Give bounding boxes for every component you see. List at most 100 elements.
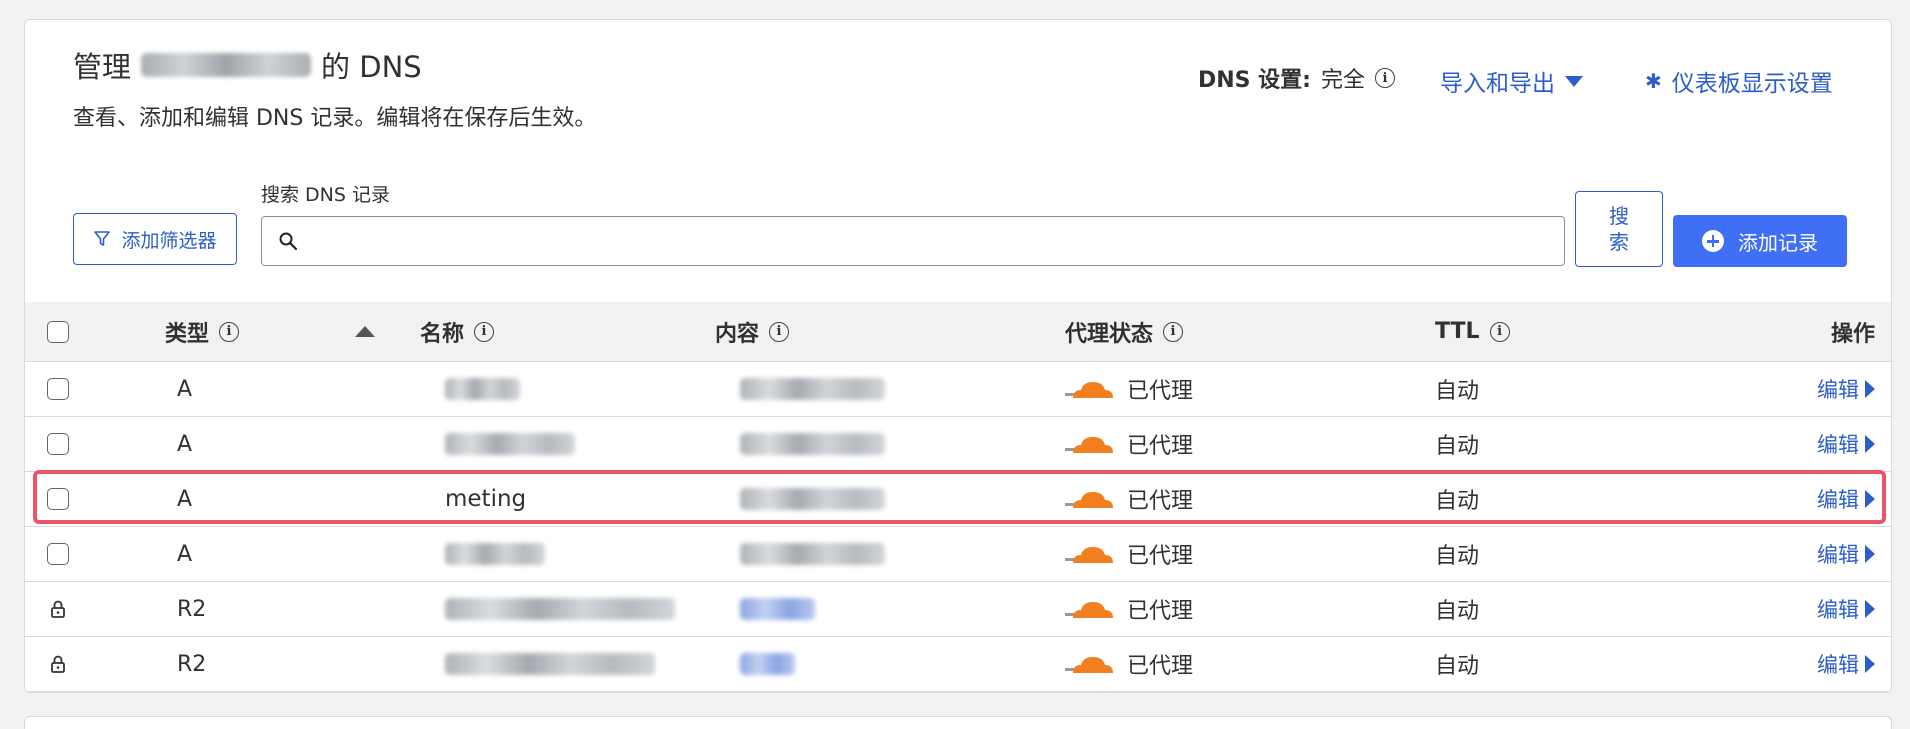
title-prefix: 管理 bbox=[73, 50, 132, 84]
record-name: meting bbox=[445, 486, 527, 512]
record-name-redacted bbox=[445, 543, 545, 565]
ttl-value: 自动 bbox=[1435, 544, 1480, 569]
add-record-label: 添加记录 bbox=[1738, 230, 1818, 255]
cloud-proxied-icon bbox=[1065, 382, 1113, 398]
chevron-down-icon bbox=[1565, 75, 1583, 87]
info-icon[interactable]: i bbox=[1375, 68, 1395, 88]
lock-icon bbox=[51, 655, 65, 673]
record-name-redacted bbox=[445, 653, 655, 675]
column-header-ttl[interactable]: TTL i bbox=[1435, 302, 1510, 361]
info-icon[interactable]: i bbox=[769, 321, 790, 342]
record-type: A bbox=[177, 541, 193, 567]
record-content-redacted[interactable] bbox=[740, 598, 815, 620]
dashboard-settings-link[interactable]: ✱ 仪表板显示设置 bbox=[1645, 64, 1833, 98]
dns-records-table: 类型 i 名称 i 内容 i 代理状态 i TTL i 操作 A 已代理 自动 … bbox=[25, 302, 1891, 692]
record-type: A bbox=[177, 376, 193, 402]
info-icon[interactable]: i bbox=[474, 321, 495, 342]
dashboard-settings-label: 仪表板显示设置 bbox=[1671, 71, 1833, 97]
caret-right-icon bbox=[1865, 380, 1875, 398]
record-type: R2 bbox=[177, 596, 207, 622]
proxy-status: 已代理 bbox=[1127, 544, 1194, 569]
ttl-value: 自动 bbox=[1435, 489, 1480, 514]
cloud-proxied-icon bbox=[1065, 657, 1113, 673]
record-type: R2 bbox=[177, 651, 207, 677]
import-export-menu[interactable]: 导入和导出 bbox=[1440, 64, 1583, 98]
add-record-button[interactable]: 添加记录 bbox=[1673, 215, 1847, 267]
table-row[interactable]: A 已代理 自动 编辑 bbox=[25, 527, 1891, 582]
plus-circle-icon bbox=[1702, 230, 1724, 252]
cloud-proxied-icon bbox=[1065, 602, 1113, 618]
record-content-redacted[interactable] bbox=[740, 653, 795, 675]
ttl-value: 自动 bbox=[1435, 599, 1480, 624]
record-content-redacted bbox=[740, 543, 885, 565]
record-type: A bbox=[177, 431, 193, 457]
column-header-proxy[interactable]: 代理状态 i bbox=[1065, 302, 1184, 361]
select-all-checkbox[interactable] bbox=[47, 320, 69, 343]
column-header-action: 操作 bbox=[1830, 321, 1875, 347]
edit-link[interactable]: 编辑 bbox=[1817, 539, 1875, 569]
lock-icon bbox=[51, 600, 65, 618]
ttl-value: 自动 bbox=[1435, 434, 1480, 459]
search-button[interactable]: 搜 索 bbox=[1575, 191, 1663, 267]
search-label: 搜索 DNS 记录 bbox=[261, 184, 390, 206]
search-input[interactable] bbox=[310, 221, 1550, 259]
edit-link[interactable]: 编辑 bbox=[1817, 649, 1875, 679]
add-filter-button[interactable]: 添加筛选器 bbox=[73, 213, 237, 265]
record-content-redacted bbox=[740, 378, 885, 400]
cloud-proxied-icon bbox=[1065, 437, 1113, 453]
search-box[interactable] bbox=[261, 216, 1565, 266]
page-subtitle: 查看、添加和编辑 DNS 记录。编辑将在保存后生效。 bbox=[73, 106, 597, 131]
row-checkbox[interactable] bbox=[47, 543, 69, 565]
column-header-content[interactable]: 内容 i bbox=[715, 302, 790, 361]
proxy-status: 已代理 bbox=[1127, 434, 1194, 459]
row-checkbox[interactable] bbox=[47, 488, 69, 510]
table-row[interactable]: A meting 已代理 自动 编辑 bbox=[25, 472, 1891, 527]
ttl-value: 自动 bbox=[1435, 379, 1480, 404]
table-row[interactable]: A 已代理 自动 编辑 bbox=[25, 362, 1891, 417]
caret-right-icon bbox=[1865, 600, 1875, 618]
next-card bbox=[24, 716, 1892, 729]
sort-ascending-icon[interactable] bbox=[355, 326, 375, 337]
dns-setting: DNS 设置: 完全 i bbox=[1198, 62, 1395, 94]
edit-link[interactable]: 编辑 bbox=[1817, 484, 1875, 514]
title-suffix: 的 DNS bbox=[321, 50, 422, 84]
info-icon[interactable]: i bbox=[219, 321, 240, 342]
proxy-status: 已代理 bbox=[1127, 599, 1194, 624]
caret-right-icon bbox=[1865, 435, 1875, 453]
filter-icon bbox=[94, 231, 111, 246]
cloud-proxied-icon bbox=[1065, 547, 1113, 563]
page-title: 管理 的 DNS bbox=[73, 44, 422, 86]
record-content-redacted bbox=[740, 488, 885, 510]
row-checkbox[interactable] bbox=[47, 378, 69, 400]
table-row[interactable]: R2 已代理 自动 编辑 bbox=[25, 637, 1891, 692]
search-icon bbox=[279, 232, 298, 251]
column-header-type[interactable]: 类型 i bbox=[165, 302, 240, 361]
import-export-label: 导入和导出 bbox=[1440, 71, 1555, 97]
info-icon[interactable]: i bbox=[1489, 321, 1510, 342]
record-content-redacted bbox=[740, 433, 885, 455]
ttl-value: 自动 bbox=[1435, 654, 1480, 679]
edit-link[interactable]: 编辑 bbox=[1817, 429, 1875, 459]
table-row[interactable]: A 已代理 自动 编辑 bbox=[25, 417, 1891, 472]
column-header-name[interactable]: 名称 i bbox=[420, 302, 495, 361]
proxy-status: 已代理 bbox=[1127, 489, 1194, 514]
proxy-status: 已代理 bbox=[1127, 379, 1194, 404]
caret-right-icon bbox=[1865, 490, 1875, 508]
edit-link[interactable]: 编辑 bbox=[1817, 594, 1875, 624]
table-row[interactable]: R2 已代理 自动 编辑 bbox=[25, 582, 1891, 637]
cloud-proxied-icon bbox=[1065, 492, 1113, 508]
add-filter-label: 添加筛选器 bbox=[121, 229, 217, 252]
dns-records-card: 管理 的 DNS 查看、添加和编辑 DNS 记录。编辑将在保存后生效。 DNS … bbox=[24, 19, 1892, 693]
edit-link[interactable]: 编辑 bbox=[1817, 374, 1875, 404]
proxy-status: 已代理 bbox=[1127, 654, 1194, 679]
dns-setting-value: 完全 bbox=[1320, 68, 1365, 93]
table-header: 类型 i 名称 i 内容 i 代理状态 i TTL i 操作 bbox=[25, 302, 1891, 362]
row-checkbox[interactable] bbox=[47, 433, 69, 455]
info-icon[interactable]: i bbox=[1163, 321, 1184, 342]
domain-name-redacted bbox=[141, 53, 312, 77]
record-type: A bbox=[177, 486, 193, 512]
record-name-redacted bbox=[445, 378, 520, 400]
record-name-redacted bbox=[445, 433, 575, 455]
record-name-redacted bbox=[445, 598, 675, 620]
caret-right-icon bbox=[1865, 545, 1875, 563]
